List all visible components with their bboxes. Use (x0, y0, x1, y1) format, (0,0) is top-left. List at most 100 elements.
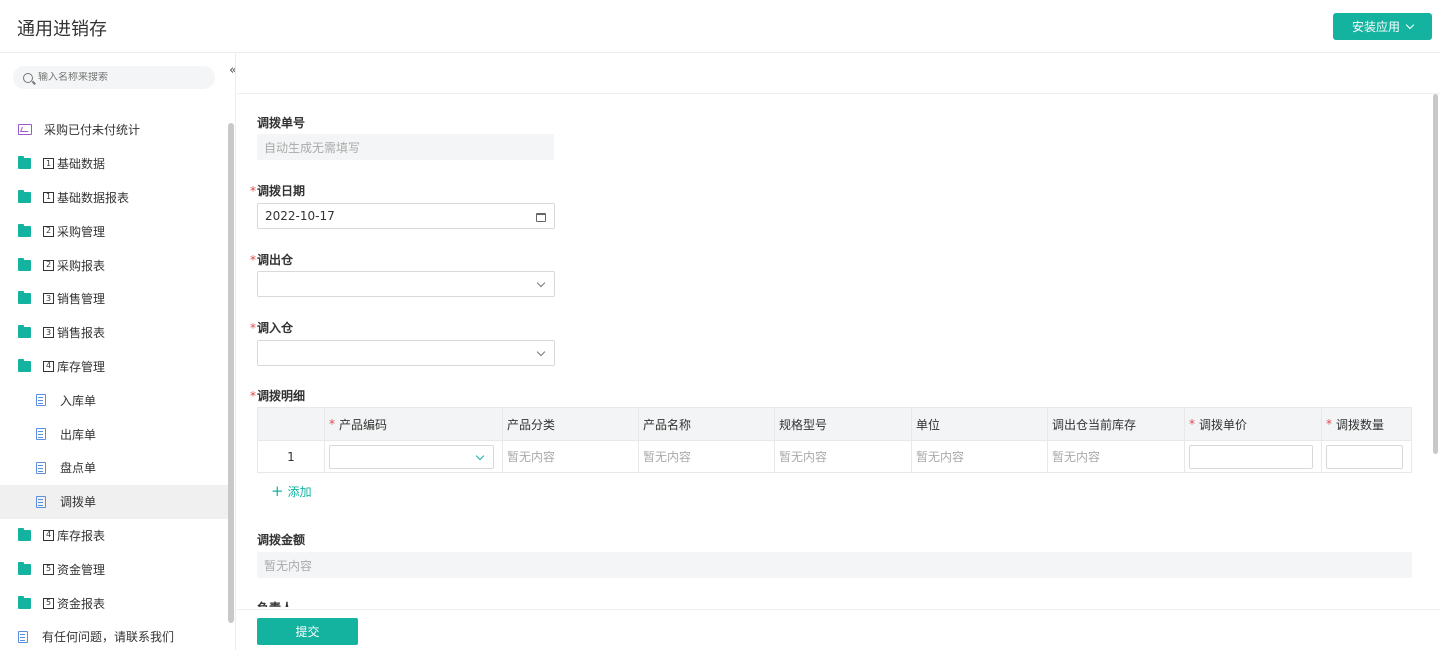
table-header-cell: * 产品编码 (325, 408, 503, 440)
product-code-cell (325, 440, 503, 472)
sidebar-item-5[interactable]: 3 销售管理 (0, 282, 228, 316)
details-table: * 产品编码 产品分类 产品名称 规格型号 单位 调出仓当前库存 * 调拨单价 * 调拨数量 1 暂… (257, 407, 1412, 473)
details-label: *调拨明细 (250, 389, 306, 403)
table-header-cell: * 调拨单价 (1185, 408, 1322, 440)
sidebar-item-number: 5 (43, 597, 54, 609)
content-topbar (237, 53, 1440, 94)
row-index: 1 (258, 440, 325, 472)
doc-icon (36, 495, 46, 508)
sidebar-item-label: 采购报表 (57, 258, 106, 273)
install-app-label: 安装应用 (1351, 20, 1400, 34)
sidebar-item-12[interactable]: 4 库存报表 (0, 519, 228, 553)
spec-model-cell: 暂无内容 (775, 440, 912, 472)
chevron-down-icon (536, 347, 546, 357)
sidebar-item-number: 5 (43, 563, 54, 575)
sidebar-item-label: 销售报表 (57, 326, 106, 341)
transfer-date-value: 2022-10-17 (265, 209, 335, 223)
folder-icon (18, 325, 31, 339)
in-warehouse-label: *调入仓 (250, 321, 294, 335)
sidebar-item-number: 2 (43, 225, 54, 237)
sidebar-item-label: 调拨单 (60, 495, 97, 510)
search-input[interactable] (38, 72, 198, 83)
calendar-icon[interactable] (536, 213, 546, 222)
sidebar-item-7[interactable]: 4 库存管理 (0, 350, 228, 384)
folder-icon (18, 358, 31, 372)
unit-cell: 暂无内容 (912, 440, 1048, 472)
doc-icon (36, 428, 46, 441)
sidebar-item-4[interactable]: 2 采购报表 (0, 248, 228, 282)
add-row-button[interactable]: + 添加 (271, 483, 312, 500)
chevron-down-icon (536, 278, 546, 288)
sidebar-item-13[interactable]: 5 资金管理 (0, 552, 228, 586)
table-header-cell: 规格型号 (775, 408, 912, 440)
quantity-cell (1322, 440, 1411, 472)
in-warehouse-select[interactable] (257, 340, 555, 366)
content-scrollbar[interactable] (1433, 94, 1438, 454)
chevron-down-icon (1405, 20, 1415, 30)
table-row: 1 暂无内容 暂无内容 暂无内容 暂无内容 暂无内容 (258, 440, 1411, 472)
table-header-row: * 产品编码 产品分类 产品名称 规格型号 单位 调出仓当前库存 * 调拨单价 * 调拨数量 (258, 408, 1411, 440)
search-icon (23, 72, 33, 83)
sidebar-item-label: 基础数据 (57, 157, 106, 172)
sidebar-item-label: 盘点单 (60, 461, 97, 476)
table-header-cell: 单位 (912, 408, 1048, 440)
sidebar-item-label: 基础数据报表 (57, 190, 130, 205)
folder-icon (18, 189, 31, 203)
transfer-form: 调拨单号 自动生成无需填写 *调拨日期 2022-10-17 *调出仓 *调入仓… (237, 94, 1432, 607)
chevron-down-icon (475, 451, 485, 460)
sidebar-item-9[interactable]: 出库单 (0, 417, 228, 451)
sidebar-scrollbar[interactable] (228, 123, 234, 623)
folder-icon (18, 561, 31, 575)
sidebar-item-label: 销售管理 (57, 292, 106, 307)
sidebar-item-1[interactable]: 1 基础数据 (0, 147, 228, 181)
sidebar-item-number: 3 (43, 293, 54, 305)
app-header: 通用进销存 安装应用 (0, 0, 1440, 53)
current-stock-cell: 暂无内容 (1048, 440, 1185, 472)
sidebar-item-label: 入库单 (60, 393, 97, 408)
app-title: 通用进销存 (17, 19, 107, 40)
quantity-input[interactable] (1326, 444, 1403, 469)
form-footer: 提交 (237, 609, 1440, 650)
sidebar-item-number: 2 (43, 259, 54, 271)
sidebar-search[interactable] (13, 66, 215, 89)
sidebar-item-8[interactable]: 入库单 (0, 383, 228, 417)
sidebar-item-label: 库存报表 (57, 528, 106, 543)
install-app-button[interactable]: 安装应用 (1333, 13, 1432, 40)
folder-icon (18, 595, 31, 609)
doc-icon (36, 461, 46, 474)
sidebar-item-label: 采购管理 (57, 224, 106, 239)
sidebar-item-0[interactable]: 采购已付未付统计 (0, 113, 228, 147)
sidebar-item-10[interactable]: 盘点单 (0, 451, 228, 485)
sidebar-item-label: 库存管理 (57, 359, 106, 374)
submit-button[interactable]: 提交 (257, 618, 358, 645)
scrolled-item-fragment (45, 97, 135, 103)
table-header-cell: 调出仓当前库存 (1048, 408, 1185, 440)
collapse-sidebar-icon[interactable]: « (229, 63, 235, 78)
out-warehouse-select[interactable] (257, 271, 555, 297)
sidebar-item-11[interactable]: 调拨单 (0, 484, 228, 519)
unit-price-input[interactable] (1189, 444, 1313, 469)
unit-price-cell (1185, 440, 1322, 472)
main-content: 调拨单号 自动生成无需填写 *调拨日期 2022-10-17 *调出仓 *调入仓… (237, 53, 1440, 650)
product-code-select[interactable] (329, 444, 494, 469)
chart-icon (18, 124, 32, 136)
sidebar: « 采购已付未付统计1基础数据1基础数据报表2采购管理2采购报表3销售管理3销售… (0, 53, 236, 650)
sidebar-item-label: 资金管理 (57, 562, 106, 577)
sidebar-item-2[interactable]: 1 基础数据报表 (0, 181, 228, 215)
sidebar-item-label: 出库单 (60, 427, 97, 442)
sidebar-item-14[interactable]: 5 资金报表 (0, 586, 228, 620)
out-warehouse-label: *调出仓 (250, 253, 294, 267)
sidebar-item-6[interactable]: 3 销售报表 (0, 316, 228, 350)
transfer-date-input[interactable]: 2022-10-17 (257, 203, 555, 229)
sidebar-item-15[interactable]: 有任何问题，请联系我们 (0, 620, 228, 650)
transfer-no-label: 调拨单号 (257, 116, 306, 130)
sidebar-item-3[interactable]: 2 采购管理 (0, 214, 228, 248)
transfer-no-field: 自动生成无需填写 (257, 134, 554, 160)
sidebar-item-label: 采购已付未付统计 (44, 123, 141, 138)
doc-icon (18, 630, 28, 643)
sidebar-item-number: 3 (43, 327, 54, 339)
sidebar-nav-list: 采购已付未付统计 1 基础数据 1 基础数据报表 2 采购管理 2 采购报表 3 销售管理 3 销售报表… (0, 113, 228, 650)
folder-icon (18, 223, 31, 237)
transfer-date-label: *调拨日期 (250, 184, 306, 198)
folder-icon (18, 156, 31, 170)
